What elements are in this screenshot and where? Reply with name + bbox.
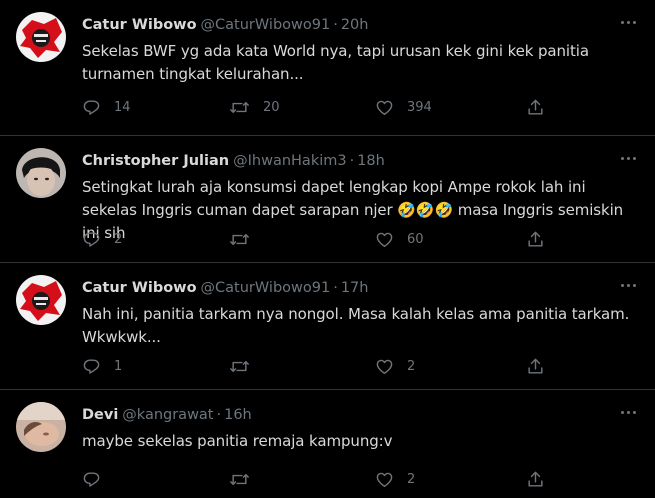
- timestamp[interactable]: 18h: [357, 153, 385, 169]
- tweet-header: Devi @kangrawat · 16h: [82, 406, 252, 424]
- author-handle[interactable]: @CaturWibowo91: [201, 17, 331, 33]
- share-icon: [526, 230, 545, 249]
- like-button[interactable]: 394: [375, 96, 432, 118]
- retweet-icon: [229, 357, 250, 376]
- like-icon: [375, 98, 394, 117]
- retweet-count: 20: [263, 99, 280, 115]
- author-name[interactable]: Devi: [82, 407, 118, 423]
- author-name[interactable]: Catur Wibowo: [82, 17, 197, 33]
- more-icon[interactable]: [619, 408, 637, 416]
- reply-count: 14: [114, 99, 131, 115]
- author-handle[interactable]: @IhwanHakim3: [233, 153, 346, 169]
- retweet-button[interactable]: [229, 355, 263, 377]
- like-count: 60: [407, 231, 424, 247]
- tweet-text: Sekelas BWF yg ada kata World nya, tapi …: [82, 42, 589, 83]
- author-handle[interactable]: @kangrawat: [122, 407, 213, 423]
- share-button[interactable]: [526, 355, 545, 377]
- tweet-text: Nah ini, panitia tarkam nya nongol. Masa…: [82, 305, 630, 346]
- like-button[interactable]: 2: [375, 468, 415, 490]
- timestamp[interactable]: 17h: [341, 280, 369, 296]
- timestamp[interactable]: 20h: [341, 17, 369, 33]
- reply-icon: [82, 98, 101, 117]
- retweet-button[interactable]: [229, 468, 263, 490]
- like-count: 2: [407, 471, 416, 487]
- tweet-header: Catur Wibowo @CaturWibowo91 · 20h: [82, 16, 368, 34]
- author-name[interactable]: Christopher Julian: [82, 153, 229, 169]
- like-icon: [375, 357, 394, 376]
- retweet-icon: [229, 470, 250, 489]
- reply-icon: [82, 230, 101, 249]
- separator: ·: [349, 153, 355, 169]
- more-icon[interactable]: [619, 18, 637, 26]
- tweet-actions: 14 20 394: [82, 96, 552, 118]
- share-button[interactable]: [526, 228, 545, 250]
- reply-button[interactable]: 1: [82, 355, 122, 377]
- more-icon[interactable]: [619, 281, 637, 289]
- reply-button[interactable]: [82, 468, 114, 490]
- reply-button[interactable]: 2: [82, 228, 122, 250]
- like-icon: [375, 230, 394, 249]
- more-icon[interactable]: [619, 154, 637, 162]
- separator: ·: [333, 17, 338, 33]
- reply-button[interactable]: 14: [82, 96, 131, 118]
- share-button[interactable]: [526, 96, 545, 118]
- like-button[interactable]: 60: [375, 228, 424, 250]
- tweet-actions: 2 60: [82, 228, 552, 250]
- avatar[interactable]: [16, 275, 66, 325]
- retweet-button[interactable]: [229, 228, 263, 250]
- share-button[interactable]: [526, 468, 545, 490]
- tweet-text: maybe sekelas panitia remaja kampung:v: [82, 432, 393, 450]
- reply-thread: Catur Wibowo @CaturWibowo91 · 20h Sekelas B…: [0, 0, 655, 498]
- avatar[interactable]: [16, 148, 66, 198]
- author-handle[interactable]: @CaturWibowo91: [201, 280, 331, 296]
- tweet-header: Christopher Julian @IhwanHakim3 · 18h: [82, 152, 385, 170]
- tweet-actions: 2: [82, 468, 552, 490]
- reply-icon: [82, 357, 101, 376]
- like-count: 2: [407, 358, 416, 374]
- tweet[interactable]: Devi @kangrawat · 16h maybe sekelas panitia…: [0, 390, 655, 498]
- share-icon: [526, 98, 545, 117]
- avatar[interactable]: [16, 402, 66, 452]
- like-button[interactable]: 2: [375, 355, 415, 377]
- tweet-header: Catur Wibowo @CaturWibowo91 · 17h: [82, 279, 368, 297]
- reply-icon: [82, 470, 101, 489]
- retweet-icon: [229, 98, 250, 117]
- separator: ·: [216, 407, 222, 423]
- share-icon: [526, 470, 545, 489]
- avatar[interactable]: [16, 12, 66, 62]
- tweet[interactable]: Catur Wibowo @CaturWibowo91 · 20h Sekelas B…: [0, 0, 655, 136]
- retweet-button[interactable]: 20: [229, 96, 280, 118]
- share-icon: [526, 357, 545, 376]
- like-count: 394: [407, 99, 432, 115]
- reply-count: 1: [114, 358, 123, 374]
- author-name[interactable]: Catur Wibowo: [82, 280, 197, 296]
- tweet[interactable]: Christopher Julian @IhwanHakim3 · 18h Setin…: [0, 136, 655, 263]
- timestamp[interactable]: 16h: [224, 407, 252, 423]
- separator: ·: [333, 280, 338, 296]
- tweet-actions: 1 2: [82, 355, 552, 377]
- like-icon: [375, 470, 394, 489]
- retweet-icon: [229, 230, 250, 249]
- reply-count: 2: [114, 231, 123, 247]
- tweet[interactable]: Catur Wibowo @CaturWibowo91 · 17h Nah ini, …: [0, 263, 655, 390]
